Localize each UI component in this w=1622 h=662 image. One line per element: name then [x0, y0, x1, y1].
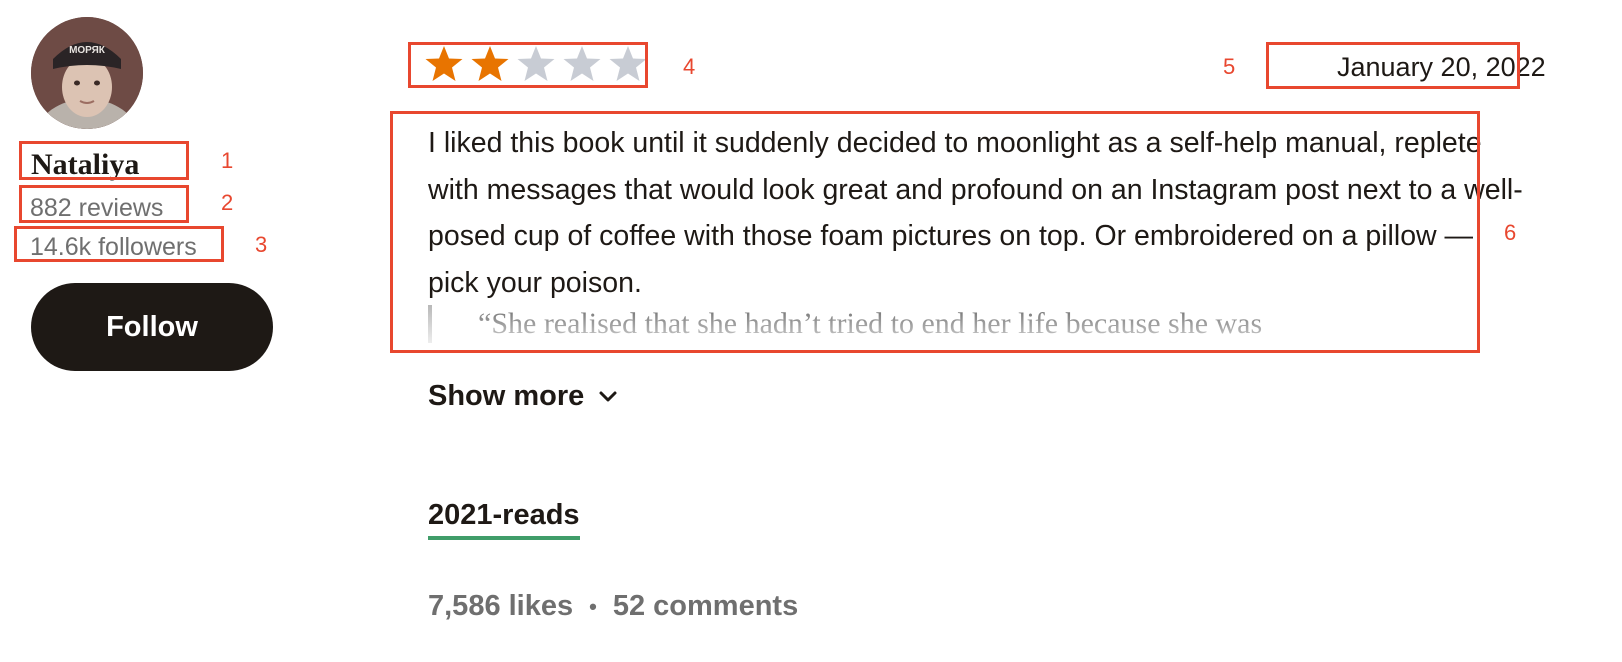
quote-text: “She realised that she hadn’t tried to e… — [478, 307, 1263, 340]
separator-dot: • — [589, 593, 597, 619]
review-date[interactable]: January 20, 2022 — [1337, 52, 1546, 83]
chevron-down-icon — [599, 391, 617, 401]
reviews-count[interactable]: 882 reviews — [30, 194, 163, 223]
follow-button[interactable]: Follow — [31, 283, 273, 371]
followers-count[interactable]: 14.6k followers — [30, 233, 197, 262]
star-filled-icon — [425, 46, 463, 81]
annotation-number-2: 2 — [221, 190, 234, 215]
quote-bar — [428, 305, 432, 343]
avatar[interactable]: МОРЯК — [31, 17, 143, 129]
reviewer-name[interactable]: Nataliya — [31, 148, 139, 182]
likes-count[interactable]: 7,586 likes — [428, 590, 573, 623]
avatar-cap-text: МОРЯК — [69, 45, 106, 56]
show-more-label: Show more — [428, 380, 585, 412]
star-empty-icon — [517, 46, 555, 81]
review-text: I liked this book until it suddenly deci… — [428, 127, 1523, 299]
star-rating — [424, 44, 648, 84]
comments-count[interactable]: 52 comments — [613, 590, 798, 623]
review-quote: “She realised that she hadn’t tried to e… — [428, 303, 1528, 343]
annotation-number-5: 5 — [1223, 54, 1236, 79]
annotation-number-4: 4 — [683, 54, 696, 79]
show-more-button[interactable]: Show more — [428, 380, 618, 413]
annotation-number-1: 1 — [221, 148, 234, 173]
annotation-number-6: 6 — [1504, 220, 1517, 245]
shelf-tag[interactable]: 2021-reads — [428, 499, 580, 540]
star-empty-icon — [609, 46, 647, 81]
avatar-image: МОРЯК — [31, 17, 143, 129]
social-stats: 7,586 likes • 52 comments — [428, 590, 798, 623]
annotation-number-3: 3 — [255, 232, 268, 257]
star-empty-icon — [563, 46, 601, 81]
star-filled-icon — [471, 46, 509, 81]
